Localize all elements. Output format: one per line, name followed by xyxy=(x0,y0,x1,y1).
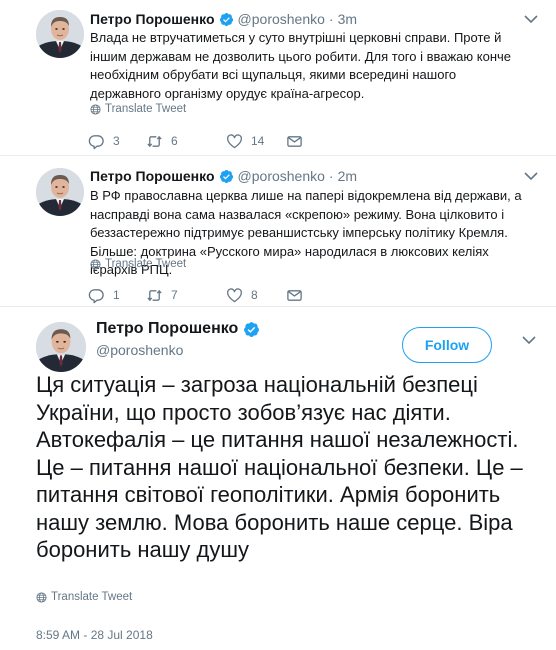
like-count: 8 xyxy=(251,288,258,302)
author-name[interactable]: Петро Порошенко xyxy=(90,168,215,184)
reply-icon xyxy=(88,287,105,304)
direct-message-icon xyxy=(286,287,303,304)
heart-icon xyxy=(226,287,243,304)
chevron-down-icon[interactable] xyxy=(524,14,538,24)
main-tweet: Петро Порошенко @poroshenko Follow Ця си… xyxy=(0,308,556,650)
tweet-time[interactable]: 2m xyxy=(338,168,357,184)
translate-label[interactable]: Translate Tweet xyxy=(105,258,186,270)
author-name[interactable]: Петро Порошенко xyxy=(90,11,215,27)
author-handle[interactable]: @poroshenko xyxy=(238,168,325,184)
like-count: 14 xyxy=(251,134,265,148)
tweet-actions: 3 6 14 xyxy=(88,132,303,150)
reply-count: 3 xyxy=(113,134,120,148)
retweet-button[interactable]: 6 xyxy=(146,133,226,150)
translate-tweet-link[interactable]: Translate Tweet xyxy=(36,591,132,603)
avatar[interactable] xyxy=(36,10,84,58)
avatar[interactable] xyxy=(36,322,86,372)
author-handle[interactable]: @poroshenko xyxy=(238,11,325,27)
separator-dot: · xyxy=(328,11,334,27)
main-tweet-text: Ця ситуація – загроза національній безпе… xyxy=(36,372,523,562)
translate-label[interactable]: Translate Tweet xyxy=(105,103,186,115)
retweet-icon xyxy=(146,133,163,150)
globe-icon xyxy=(90,259,101,270)
follow-button[interactable]: Follow xyxy=(402,327,492,363)
retweet-icon xyxy=(146,287,163,304)
author-block: Петро Порошенко @poroshenko xyxy=(96,320,264,358)
tweet-timestamp[interactable]: 8:59 AM - 28 Jul 2018 xyxy=(36,628,153,642)
reply-button[interactable]: 3 xyxy=(88,133,146,150)
chevron-down-icon[interactable] xyxy=(524,171,538,181)
tweet-actions: 1 7 8 xyxy=(88,286,303,304)
reply-icon xyxy=(88,133,105,150)
verified-badge-icon xyxy=(219,12,234,27)
translate-tweet-link[interactable]: Translate Tweet xyxy=(90,103,186,115)
author-handle[interactable]: @poroshenko xyxy=(96,342,264,358)
tweet-text: Влада не втручатиметься у суто внутрішні… xyxy=(90,30,512,101)
author-name-row: Петро Порошенко xyxy=(96,320,264,338)
retweet-button[interactable]: 7 xyxy=(146,287,226,304)
direct-message-button[interactable] xyxy=(286,133,303,150)
like-button[interactable]: 14 xyxy=(226,133,286,150)
tweet-header: Петро Порошенко @poroshenko · 2m xyxy=(90,168,357,184)
verified-badge-icon xyxy=(219,169,234,184)
globe-icon xyxy=(90,104,101,115)
retweet-count: 7 xyxy=(171,288,178,302)
separator-dot: · xyxy=(328,168,334,184)
avatar[interactable] xyxy=(36,168,84,216)
reply-button[interactable]: 1 xyxy=(88,287,146,304)
heart-icon xyxy=(226,133,243,150)
like-button[interactable]: 8 xyxy=(226,287,286,304)
globe-icon xyxy=(36,592,47,603)
tweet-2[interactable]: Петро Порошенко @poroshenko · 2m В РФ пр… xyxy=(0,157,556,307)
reply-count: 1 xyxy=(113,288,120,302)
tweet-time[interactable]: 3m xyxy=(338,11,357,27)
direct-message-button[interactable] xyxy=(286,287,303,304)
translate-label[interactable]: Translate Tweet xyxy=(51,591,132,603)
tweet-1[interactable]: Петро Порошенко @poroshenko · 3m Влада н… xyxy=(0,0,556,156)
retweet-count: 6 xyxy=(171,134,178,148)
direct-message-icon xyxy=(286,133,303,150)
translate-tweet-link[interactable]: Translate Tweet xyxy=(90,258,186,270)
author-name[interactable]: Петро Порошенко xyxy=(96,320,238,338)
tweet-header: Петро Порошенко @poroshenko · 3m xyxy=(90,11,357,27)
chevron-down-icon[interactable] xyxy=(522,335,536,345)
verified-badge-icon xyxy=(243,321,260,338)
